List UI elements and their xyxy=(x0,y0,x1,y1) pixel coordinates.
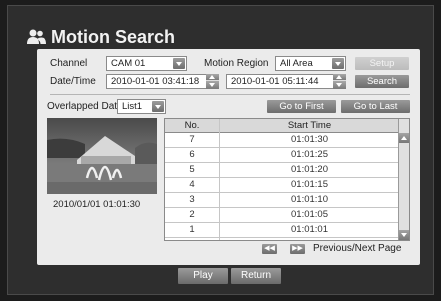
preview-timestamp: 2010/01/01 01:01:30 xyxy=(53,199,141,210)
title-bar: Motion Search xyxy=(25,27,175,47)
row-number: 4 xyxy=(189,179,195,190)
previous-next-page-label: Previous/Next Page xyxy=(313,243,402,254)
row-start-time: 01:01:20 xyxy=(291,164,328,175)
table-row[interactable]: 3 01:01:10 xyxy=(165,193,399,208)
return-button[interactable]: Return xyxy=(231,268,281,284)
row-number: 6 xyxy=(189,149,195,160)
motion-region-select[interactable]: All Area xyxy=(275,56,346,71)
divider xyxy=(50,94,410,95)
motion-region-label: Motion Region xyxy=(204,58,269,69)
overlapped-data-value: List1 xyxy=(122,101,143,112)
overlapped-data-select[interactable]: List1 xyxy=(117,99,166,114)
start-datetime-stepper[interactable] xyxy=(206,74,219,89)
search-button[interactable]: Search xyxy=(355,75,409,88)
fast-forward-icon[interactable]: ▶▶ xyxy=(290,244,305,254)
row-start-time: 01:01:15 xyxy=(291,179,328,190)
datetime-label: Date/Time xyxy=(50,76,96,87)
motion-region-value: All Area xyxy=(280,58,313,69)
table-row[interactable]: 2 01:01:05 xyxy=(165,208,399,223)
channel-label: Channel xyxy=(50,58,88,69)
video-frame xyxy=(47,118,157,194)
page-title: Motion Search xyxy=(51,27,176,47)
table-scrollbar[interactable] xyxy=(398,119,409,240)
setup-button[interactable]: Setup xyxy=(355,57,409,70)
end-datetime-stepper[interactable] xyxy=(333,74,346,89)
table-header: No. Start Time xyxy=(165,119,399,133)
table-row[interactable]: 6 01:01:25 xyxy=(165,148,399,163)
channel-select[interactable]: CAM 01 xyxy=(106,56,187,71)
chevron-down-icon xyxy=(332,58,344,69)
row-start-time: 01:01:05 xyxy=(291,209,328,220)
table-row[interactable]: 5 01:01:20 xyxy=(165,163,399,178)
stepper-down-icon[interactable] xyxy=(333,81,346,89)
channel-value: CAM 01 xyxy=(111,58,146,69)
end-datetime-field[interactable]: 2010-01-01 05:11:44 xyxy=(226,74,345,89)
rewind-icon[interactable]: ◀◀ xyxy=(262,244,277,254)
column-header-start-time: Start Time xyxy=(287,120,332,131)
scroll-up-icon[interactable] xyxy=(399,133,409,143)
chevron-down-icon xyxy=(173,58,185,69)
stepper-down-icon[interactable] xyxy=(206,81,219,89)
row-start-time: 01:01:25 xyxy=(291,149,328,160)
row-start-time: 01:01:30 xyxy=(291,134,328,145)
video-preview xyxy=(47,118,157,194)
chevron-down-icon xyxy=(152,101,164,112)
row-number: 5 xyxy=(189,164,195,175)
search-panel: Channel CAM 01 Motion Region All Area Se… xyxy=(37,49,420,265)
scroll-down-icon[interactable] xyxy=(399,230,409,240)
stepper-up-icon[interactable] xyxy=(206,74,219,81)
overlapped-data-label: Overlapped Data xyxy=(47,101,123,112)
table-row[interactable]: 7 01:01:30 xyxy=(165,133,399,148)
result-table: No. Start Time 7 01:01:30 6 01:01:25 5 0… xyxy=(164,118,410,241)
stepper-up-icon[interactable] xyxy=(333,74,346,81)
user-icon xyxy=(27,29,46,44)
table-row[interactable]: 1 01:01:01 xyxy=(165,223,399,238)
play-button[interactable]: Play xyxy=(178,268,228,284)
column-header-no: No. xyxy=(184,120,200,131)
row-start-time: 01:01:01 xyxy=(291,224,328,235)
go-to-first-button[interactable]: Go to First xyxy=(267,100,336,113)
row-number: 1 xyxy=(189,224,195,235)
go-to-last-button[interactable]: Go to Last xyxy=(341,100,410,113)
row-number: 7 xyxy=(189,134,195,145)
row-start-time: 01:01:10 xyxy=(291,194,328,205)
table-row[interactable]: 4 01:01:15 xyxy=(165,178,399,193)
start-datetime-field[interactable]: 2010-01-01 03:41:18 xyxy=(106,74,219,89)
row-number: 3 xyxy=(189,194,195,205)
row-number: 2 xyxy=(189,209,195,220)
